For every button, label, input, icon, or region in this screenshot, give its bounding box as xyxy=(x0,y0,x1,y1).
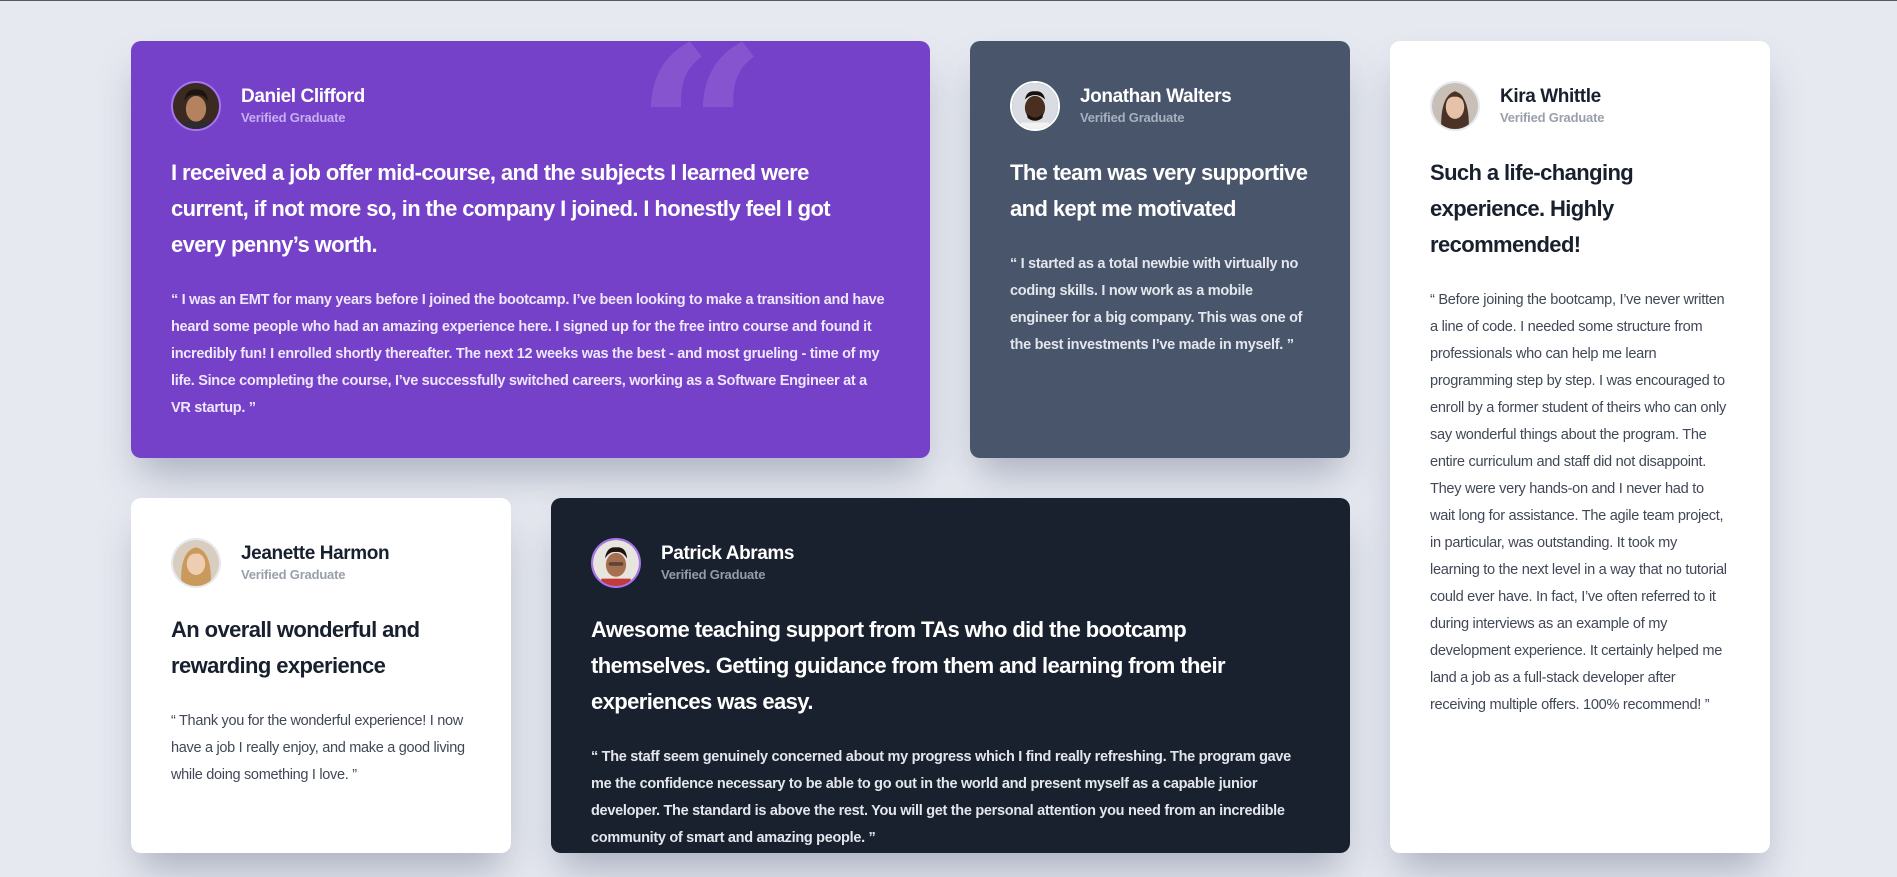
testimonial-body: “ I started as a total newbie with virtu… xyxy=(1010,256,1303,353)
testimonial-header: Patrick Abrams Verified Graduate xyxy=(591,538,1310,588)
testimonial-header: Jeanette Harmon Verified Graduate xyxy=(171,538,471,588)
avatar xyxy=(1430,81,1480,131)
author-name: Patrick Abrams xyxy=(661,543,795,564)
testimonial-header: Jonathan Walters Verified Graduate xyxy=(1010,81,1310,131)
avatar xyxy=(591,538,641,588)
testimonial-headline: I received a job offer mid-course, and t… xyxy=(171,160,831,257)
testimonial-card-jonathan-walters: Jonathan Walters Verified Graduate The t… xyxy=(970,41,1350,458)
testimonial-header: Kira Whittle Verified Graduate xyxy=(1430,81,1730,131)
testimonial-card-jeanette-harmon: Jeanette Harmon Verified Graduate An ove… xyxy=(131,498,511,853)
testimonial-headline: Such a life-changing experience. Highly … xyxy=(1430,160,1634,257)
avatar xyxy=(171,538,221,588)
author-role: Verified Graduate xyxy=(241,567,346,582)
author-role: Verified Graduate xyxy=(661,567,766,582)
avatar xyxy=(171,81,221,131)
testimonial-headline: An overall wonderful and rewarding exper… xyxy=(171,617,420,678)
author-role: Verified Graduate xyxy=(1080,110,1185,125)
author-name: Kira Whittle xyxy=(1500,86,1601,107)
testimonial-body: “ Thank you for the wonderful experience… xyxy=(171,713,465,783)
testimonial-header: Daniel Clifford Verified Graduate xyxy=(171,81,890,131)
author-name: Jonathan Walters xyxy=(1080,86,1232,107)
avatar xyxy=(1010,81,1060,131)
testimonial-body: “ The staff seem genuinely concerned abo… xyxy=(591,749,1291,846)
testimonial-card-kira-whittle: Kira Whittle Verified Graduate Such a li… xyxy=(1390,41,1770,853)
author-role: Verified Graduate xyxy=(1500,110,1605,125)
testimonial-body: “ I was an EMT for many years before I j… xyxy=(171,292,885,416)
testimonial-card-daniel-clifford: “ Daniel Clifford Verified Graduate I re… xyxy=(131,41,930,458)
testimonial-headline: The team was very supportive and kept me… xyxy=(1010,160,1308,221)
author-name: Jeanette Harmon xyxy=(241,543,390,564)
author-role: Verified Graduate xyxy=(241,110,346,125)
testimonial-card-patrick-abrams: Patrick Abrams Verified Graduate Awesome… xyxy=(551,498,1350,853)
testimonial-body: “ Before joining the bootcamp, I’ve neve… xyxy=(1430,292,1727,713)
author-name: Daniel Clifford xyxy=(241,86,365,107)
testimonial-headline: Awesome teaching support from TAs who di… xyxy=(591,617,1226,714)
